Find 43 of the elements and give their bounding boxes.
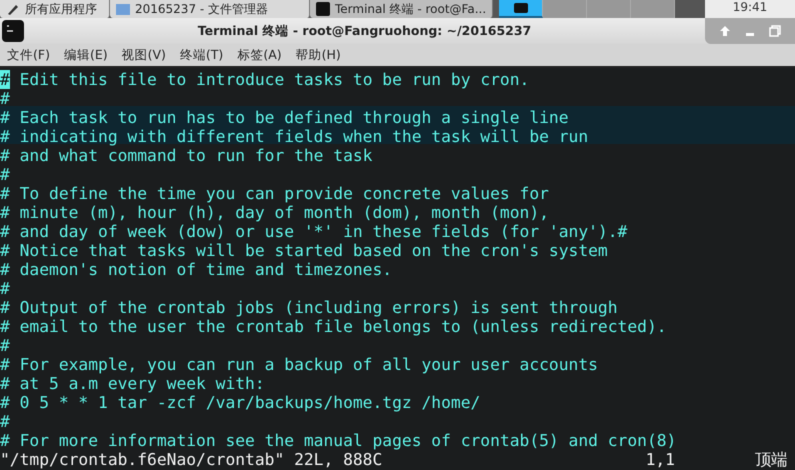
taskbar-item[interactable]: 所有应用程序 bbox=[0, 0, 110, 18]
menu-item[interactable]: 标签(A) bbox=[230, 46, 289, 64]
code-line: # indicating with different fields when the task will be run bbox=[0, 127, 588, 146]
terminal-icon bbox=[514, 3, 528, 13]
code-line: # Each task to run has to be defined through a single line bbox=[0, 108, 569, 127]
code-line: # Output of the crontab jobs (including errors) is sent through bbox=[0, 298, 618, 317]
code-line: # bbox=[0, 279, 10, 298]
code-line: # email to the user the crontab file belongs to (unless redirected). bbox=[0, 317, 667, 336]
up-arrow-icon[interactable] bbox=[719, 25, 731, 37]
terminal-icon bbox=[316, 2, 330, 16]
code-line: # bbox=[0, 165, 10, 184]
status-message: "/tmp/crontab.f6eNao/crontab" 22L, 888C bbox=[0, 450, 382, 469]
menu-item[interactable]: 终端(T) bbox=[172, 46, 230, 64]
code-line: # Notice that tasks will be started based on the cron's system bbox=[0, 241, 608, 260]
scroll-position: 顶端 bbox=[755, 450, 787, 469]
code-line: # daemon's notion of time and timezones. bbox=[0, 260, 392, 279]
folder-icon bbox=[116, 3, 130, 15]
menu-item[interactable]: 视图(V) bbox=[114, 46, 173, 64]
workspace-button[interactable] bbox=[499, 0, 544, 18]
code-line: # minute (m), hour (h), day of month (dom), month (mon), bbox=[0, 203, 549, 222]
code-line: # For more information see the manual pages of crontab(5) and cron(8) bbox=[0, 431, 676, 450]
menu-item[interactable]: 文件(F) bbox=[0, 46, 57, 64]
code-line: # at 5 a.m every week with: bbox=[0, 374, 265, 393]
code-line: # Edit this file to introduce tasks to be run by cron. bbox=[0, 70, 530, 89]
taskbar-item[interactable]: 20165237 - 文件管理器 bbox=[110, 0, 310, 18]
window-title: Terminal 终端 - root@Fangruohong: ~/20165237 bbox=[196, 22, 532, 40]
cursor: # bbox=[0, 70, 10, 89]
menu-item[interactable]: 帮助(H) bbox=[288, 46, 348, 64]
code-line: # To define the time you can provide concrete values for bbox=[0, 184, 549, 203]
code-line: # 0 5 * * 1 tar -zcf /var/backups/home.tgz /home/ bbox=[0, 393, 480, 412]
app-menu-icon bbox=[6, 2, 20, 16]
terminal-icon bbox=[2, 20, 24, 42]
code-line: # bbox=[0, 336, 10, 355]
code-line: # and day of week (dow) or use '*' in these fields (for 'any').# bbox=[0, 222, 628, 241]
code-line: # For example, you can run a backup of all your user accounts bbox=[0, 355, 598, 374]
maximize-icon[interactable] bbox=[769, 25, 781, 37]
taskbar-item[interactable]: Terminal 终端 - root@Fa... bbox=[310, 0, 494, 18]
code-line: # bbox=[0, 412, 10, 431]
cursor-position: 1,1 bbox=[646, 450, 675, 469]
code-line: # and what command to run for the task bbox=[0, 146, 372, 165]
clock: 19:41 bbox=[705, 0, 795, 18]
menu-item[interactable]: 编辑(E) bbox=[56, 46, 115, 64]
code-line: # bbox=[0, 89, 10, 108]
